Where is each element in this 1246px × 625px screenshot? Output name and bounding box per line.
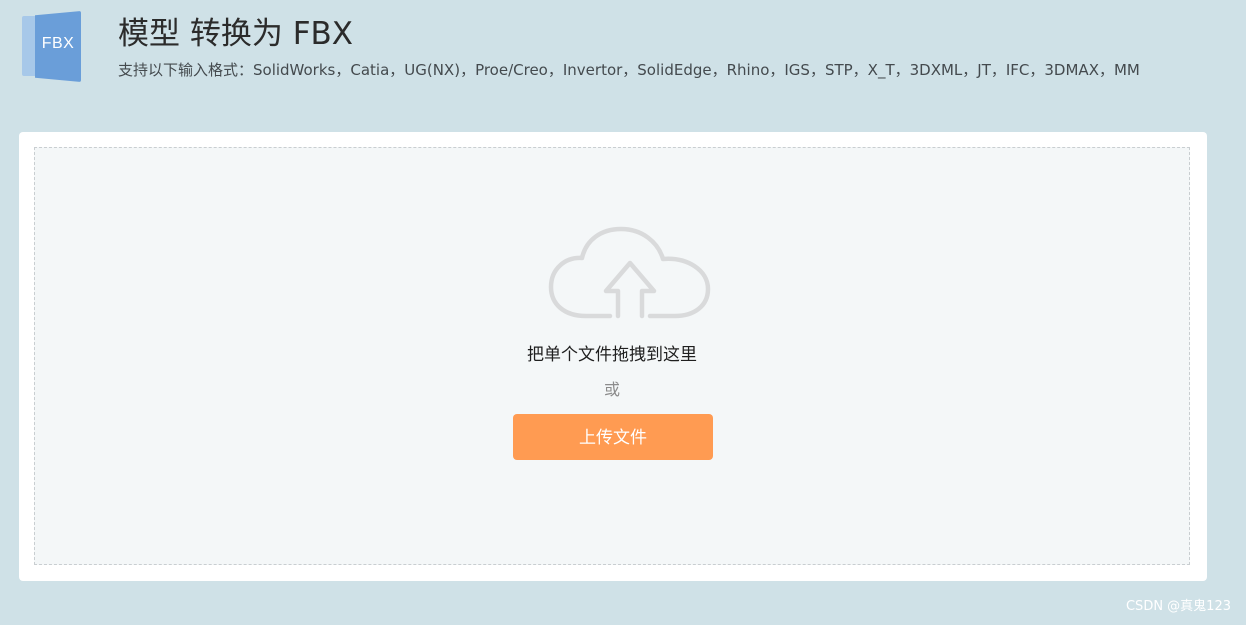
drop-instruction-text: 把单个文件拖拽到这里 — [527, 345, 697, 365]
logo-text: FBX — [41, 35, 75, 52]
fbx-logo-icon: FBX — [22, 11, 84, 83]
upload-file-button[interactable]: 上传文件 — [513, 414, 713, 460]
cloud-upload-icon — [548, 226, 711, 319]
page: FBX 模型 转换为 FBX 支持以下输入格式：SolidWorks，Catia… — [0, 0, 1246, 625]
supported-formats-text: 支持以下输入格式：SolidWorks，Catia，UG(NX)，Proe/Cr… — [118, 61, 1140, 79]
upload-card: 把单个文件拖拽到这里 或 上传文件 — [19, 132, 1207, 581]
page-title: 模型 转换为 FBX — [118, 16, 354, 52]
or-separator-text: 或 — [603, 380, 620, 399]
header: FBX 模型 转换为 FBX 支持以下输入格式：SolidWorks，Catia… — [0, 0, 1246, 110]
watermark-text: CSDN @真鬼123 — [1125, 599, 1231, 614]
file-drop-zone[interactable]: 把单个文件拖拽到这里 或 上传文件 — [34, 147, 1190, 565]
